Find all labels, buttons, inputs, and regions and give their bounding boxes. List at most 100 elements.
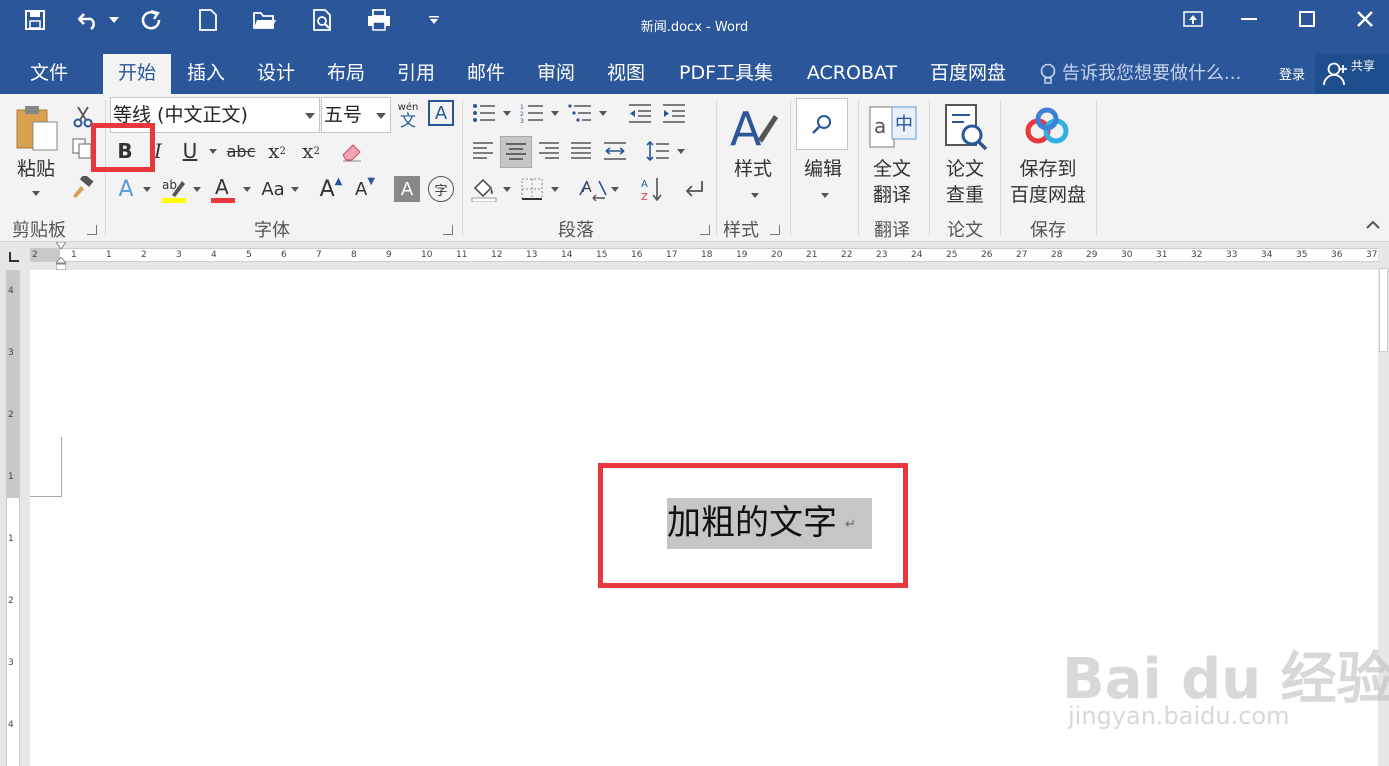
highlight-dropdown-icon[interactable] — [190, 182, 204, 196]
font-color-icon[interactable]: A — [208, 174, 238, 204]
hanging-indent-marker[interactable] — [56, 257, 66, 271]
paste-dropdown-icon[interactable] — [30, 188, 42, 198]
sort-icon[interactable]: AZ — [638, 174, 666, 204]
ruler-h-number: 19 — [736, 250, 748, 260]
phonetic-guide-icon[interactable]: wén 文 — [395, 98, 421, 130]
ruler-h-number: 9 — [386, 250, 392, 260]
align-right-icon[interactable] — [534, 136, 564, 166]
tab-references[interactable]: 引用 — [384, 54, 448, 94]
share-button[interactable]: 共享 — [1315, 53, 1389, 94]
shading-dropdown-icon[interactable] — [500, 182, 514, 196]
underline-button[interactable]: U — [176, 136, 204, 166]
group-separator — [858, 100, 859, 236]
bullets-dropdown-icon[interactable] — [500, 106, 514, 120]
justify-icon[interactable] — [566, 136, 596, 166]
save-baidu-line1[interactable]: 保存到 — [1005, 156, 1091, 182]
show-hide-marks-icon[interactable] — [680, 174, 708, 204]
clear-formatting-icon[interactable] — [338, 138, 366, 166]
font-color-dropdown-icon[interactable] — [240, 182, 254, 196]
editing-button-label[interactable]: 编辑 — [794, 156, 852, 182]
close-icon[interactable] — [1342, 4, 1388, 34]
chinese-layout-icon[interactable]: A — [578, 174, 608, 204]
strikethrough-button[interactable]: abc — [224, 136, 258, 166]
editing-dropdown-icon[interactable] — [818, 188, 832, 202]
paste-label[interactable]: 粘贴 — [10, 156, 62, 182]
full-translate-line1[interactable]: 全文 — [862, 156, 922, 182]
scrollbar-thumb[interactable] — [1379, 268, 1388, 352]
align-center-icon[interactable] — [500, 136, 532, 168]
distributed-icon[interactable] — [600, 136, 630, 166]
clipboard-launcher-icon[interactable] — [87, 225, 97, 235]
baidu-netdisk-icon[interactable] — [1020, 104, 1074, 150]
paper-check-line2[interactable]: 查重 — [935, 182, 995, 208]
tab-design[interactable]: 设计 — [244, 54, 308, 94]
tab-layout[interactable]: 布局 — [314, 54, 378, 94]
character-border-icon[interactable]: A — [428, 100, 454, 126]
decrease-indent-icon[interactable] — [626, 100, 654, 126]
highlight-color-icon[interactable]: ab — [158, 174, 190, 204]
enclose-characters-button[interactable]: 字 — [428, 176, 454, 202]
tab-review[interactable]: 审阅 — [524, 54, 588, 94]
login-link[interactable]: 登录 — [1279, 64, 1305, 83]
line-spacing-icon[interactable] — [644, 136, 672, 166]
horizontal-ruler[interactable]: 2 1 1 2 3 4 5 6 7 8 9 10 11 12 13 14 15 16 17 18 19 20 21 22 23 2… — [30, 242, 1378, 271]
borders-dropdown-icon[interactable] — [548, 182, 562, 196]
character-shading-button[interactable]: A — [394, 176, 420, 202]
font-size-combo[interactable]: 五号 — [321, 97, 391, 133]
tab-file[interactable]: 文件 — [14, 54, 84, 94]
search-icon[interactable] — [796, 98, 848, 150]
ribbon-display-options-icon[interactable] — [1170, 4, 1216, 34]
paper-check-icon[interactable] — [940, 102, 990, 152]
maximize-icon[interactable] — [1284, 4, 1330, 34]
subscript-button[interactable]: x2 — [262, 136, 292, 166]
styles-dropdown-icon[interactable] — [748, 188, 762, 202]
grow-font-button[interactable]: A ▲ — [316, 174, 346, 204]
full-translate-line2[interactable]: 翻译 — [862, 182, 922, 208]
tab-home[interactable]: 开始 — [103, 54, 171, 94]
font-launcher-icon[interactable] — [443, 225, 453, 235]
superscript-button[interactable]: x2 — [296, 136, 326, 166]
tab-mailings[interactable]: 邮件 — [454, 54, 518, 94]
tab-view[interactable]: 视图 — [594, 54, 658, 94]
change-case-dropdown-icon[interactable] — [288, 182, 302, 196]
text-effects-dropdown-icon[interactable] — [140, 182, 154, 196]
align-left-icon[interactable] — [468, 136, 498, 166]
shrink-font-button[interactable]: A ▼ — [350, 174, 380, 204]
numbering-icon[interactable]: 123 — [518, 100, 546, 126]
styles-icon[interactable]: A — [726, 102, 780, 152]
tab-baidu-netdisk[interactable]: 百度网盘 — [920, 54, 1016, 94]
multilevel-dropdown-icon[interactable] — [596, 106, 610, 120]
styles-button-label[interactable]: 样式 — [722, 156, 784, 182]
line-spacing-dropdown-icon[interactable] — [674, 144, 688, 158]
translate-icon[interactable]: a中 — [866, 102, 920, 152]
format-painter-icon[interactable] — [70, 174, 96, 200]
paragraph-launcher-icon[interactable] — [700, 225, 710, 235]
underline-dropdown-icon[interactable] — [206, 144, 220, 158]
baidu-jingyan-watermark: Bai du 经验 jingyan.baidu.com — [1062, 614, 1389, 734]
tab-pdf-tools[interactable]: PDF工具集 — [668, 54, 784, 94]
tell-me-search[interactable]: 告诉我您想要做什么... — [1040, 54, 1241, 94]
multilevel-list-icon[interactable] — [566, 100, 594, 126]
change-case-button[interactable]: Aa — [258, 174, 288, 204]
ruler-h-number: 12 — [491, 250, 503, 260]
collapse-ribbon-icon[interactable] — [1364, 218, 1382, 232]
bullets-icon[interactable] — [470, 100, 498, 126]
tab-insert[interactable]: 插入 — [174, 54, 238, 94]
chinese-layout-dropdown-icon[interactable] — [608, 182, 622, 196]
first-line-indent-marker[interactable] — [56, 242, 66, 250]
vertical-ruler[interactable]: 4 3 2 1 1 2 3 4 — [6, 270, 20, 766]
styles-launcher-icon[interactable] — [770, 225, 780, 235]
group-label-translate: 翻译 — [874, 220, 910, 241]
borders-icon[interactable] — [518, 174, 546, 204]
shading-icon[interactable] — [468, 174, 500, 204]
minimize-icon[interactable] — [1226, 4, 1272, 34]
text-effects-icon[interactable]: A — [112, 174, 140, 204]
increase-indent-icon[interactable] — [660, 100, 688, 126]
save-baidu-line2[interactable]: 百度网盘 — [1005, 182, 1091, 208]
paper-check-line1[interactable]: 论文 — [935, 156, 995, 182]
numbering-dropdown-icon[interactable] — [548, 106, 562, 120]
paste-icon[interactable] — [14, 104, 60, 152]
tab-selector[interactable] — [0, 243, 30, 270]
bold-highlight-box — [91, 123, 155, 172]
tab-acrobat[interactable]: ACROBAT — [796, 54, 908, 94]
